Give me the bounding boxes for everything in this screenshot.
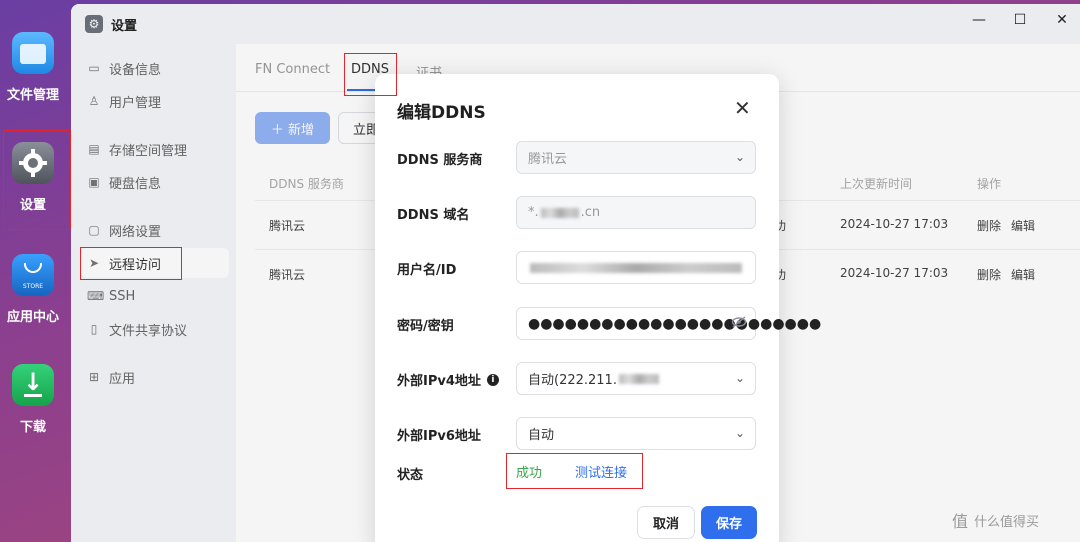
eye-off-icon[interactable] <box>731 315 747 333</box>
password-label: 密码/密钥 <box>397 319 454 334</box>
folder-icon <box>12 32 54 74</box>
chevron-down-icon: ⌄ <box>734 150 745 164</box>
info-icon[interactable]: i <box>486 373 499 386</box>
dock-app-store[interactable]: STORE 应用中心 <box>0 254 66 325</box>
test-connection-link[interactable]: 测试连接 <box>575 462 627 481</box>
dialog-title: 编辑DDNS <box>397 103 486 123</box>
desktop-dock: 文件管理 设置 STORE 应用中心 ↓ 下载 <box>0 0 70 542</box>
ipv6-value: 自动 <box>528 428 555 443</box>
password-field[interactable]: ●●●●●●●●●●●●●●●●●●●●●●●● <box>516 307 821 340</box>
status-label: 状态 <box>397 468 424 483</box>
watermark-logo-icon: 值 <box>952 512 969 531</box>
domain-label: DDNS 域名 <box>397 208 470 223</box>
username-label: 用户名/ID <box>397 263 457 278</box>
save-button[interactable]: 保存 <box>701 506 757 539</box>
gear-icon <box>12 142 54 184</box>
redacted-text <box>540 207 579 218</box>
dock-app-files[interactable]: 文件管理 <box>0 32 66 103</box>
dock-app-download[interactable]: ↓ 下载 <box>0 364 66 435</box>
watermark-text: 什么值得买 <box>974 514 1040 530</box>
domain-prefix: *. <box>528 205 539 220</box>
edit-ddns-dialog: 编辑DDNS ✕ DDNS 服务商 腾讯云 ⌄ DDNS 域名 *. .cn 用… <box>375 74 821 542</box>
password-dots: ●●●●●●●●●●●●●●●●●●●●●●●● <box>528 315 822 332</box>
username-field[interactable] <box>516 251 756 284</box>
provider-label: DDNS 服务商 <box>397 153 483 168</box>
ipv4-select[interactable]: 自动(222.211. ⌄ <box>516 362 756 395</box>
redacted-text <box>618 373 659 384</box>
ipv6-select[interactable]: 自动 ⌄ <box>516 417 756 450</box>
domain-suffix: .cn <box>580 205 601 220</box>
ipv4-label: 外部IPv4地址 i <box>397 370 499 389</box>
dock-app-settings[interactable]: 设置 <box>0 142 66 213</box>
status-value: 成功 <box>516 466 543 481</box>
domain-field[interactable]: *. .cn <box>516 196 756 229</box>
store-icon: STORE <box>12 254 54 296</box>
dock-app-label: 文件管理 <box>6 88 59 103</box>
download-icon: ↓ <box>12 364 54 406</box>
close-icon[interactable]: ✕ <box>734 98 751 118</box>
cancel-button[interactable]: 取消 <box>637 506 695 539</box>
chevron-down-icon: ⌄ <box>734 371 745 385</box>
provider-value: 腾讯云 <box>528 152 568 167</box>
redacted-text <box>530 262 742 273</box>
store-badge: STORE <box>22 283 44 290</box>
ipv4-label-text: 外部IPv4地址 <box>397 374 481 389</box>
ipv6-label: 外部IPv6地址 <box>397 429 481 444</box>
ipv4-value: 自动(222.211. <box>528 373 617 388</box>
dock-app-label: 设置 <box>19 198 46 213</box>
dock-app-label: 应用中心 <box>6 310 59 325</box>
watermark: 值 什么值得买 <box>952 508 1039 532</box>
chevron-down-icon: ⌄ <box>734 426 745 440</box>
provider-select[interactable]: 腾讯云 ⌄ <box>516 141 756 174</box>
dock-app-label: 下载 <box>19 420 46 435</box>
